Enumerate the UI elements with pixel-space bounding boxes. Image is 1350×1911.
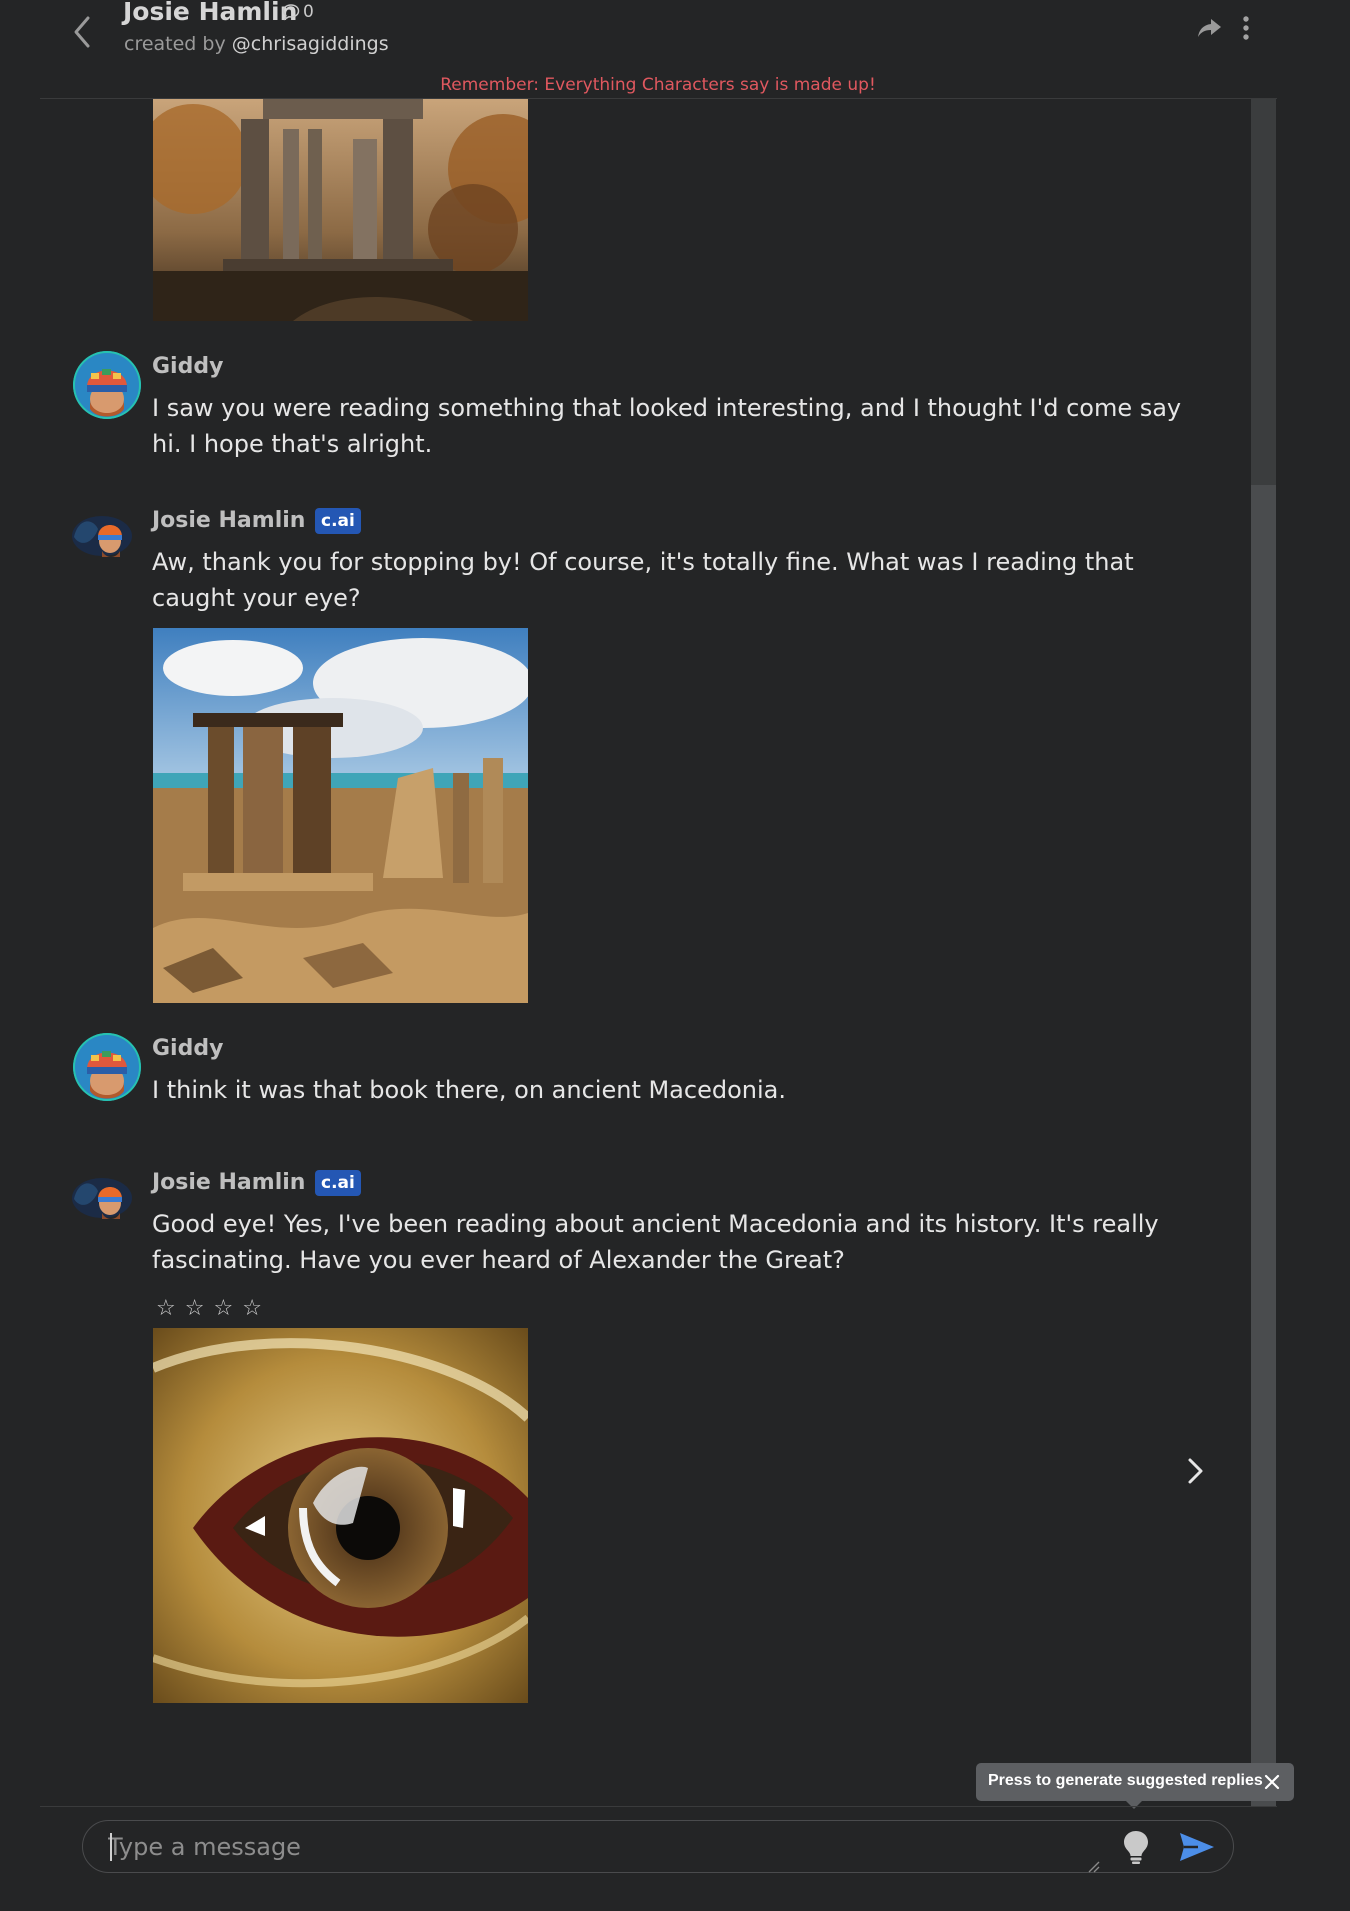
chat-header: Josie Hamlin 0 created by @chrisagidding… (0, 0, 1350, 99)
tooltip-text: Press to generate suggested replies (988, 1772, 1263, 1789)
chat-count: 0 (282, 2, 314, 22)
avatar-josie[interactable] (72, 1177, 136, 1219)
resize-handle[interactable] (1088, 1858, 1100, 1873)
creator-line: created by @chrisagiddings (124, 33, 389, 55)
message-rating: ☆ ☆ ☆ ☆ (156, 1296, 262, 1322)
tooltip-arrow (1125, 1800, 1143, 1809)
sender-name: Josie Hamlin (152, 508, 306, 533)
rating-star-2[interactable]: ☆ (185, 1296, 205, 1322)
character-name[interactable]: Josie Hamlin (123, 0, 297, 26)
creator-prefix: created by (124, 33, 226, 55)
sender-name: Giddy (152, 354, 224, 379)
send-button[interactable] (1178, 1830, 1216, 1864)
lightbulb-icon (1124, 1831, 1148, 1864)
scrollbar-thumb[interactable] (1251, 485, 1276, 1806)
chevron-left-icon (74, 16, 90, 48)
sender-name: Josie Hamlin (152, 1170, 306, 1195)
share-button[interactable] (1195, 14, 1223, 42)
message-text: I saw you were reading something that lo… (152, 394, 1182, 458)
suggest-replies-button[interactable] (1121, 1829, 1151, 1865)
paper-plane-icon (1180, 1833, 1214, 1861)
resize-grip-icon (1088, 1861, 1100, 1873)
avatar-josie[interactable] (72, 515, 136, 557)
footer-divider (40, 1806, 1277, 1807)
giddy-avatar-image (73, 1033, 141, 1101)
josie-avatar-image (72, 1178, 132, 1219)
rating-star-4[interactable]: ☆ (242, 1296, 262, 1322)
ruins-autumn-image (153, 99, 528, 321)
text-cursor (110, 1833, 112, 1861)
message-text: I think it was that book there, on ancie… (152, 1076, 786, 1104)
avatar-giddy[interactable] (73, 351, 141, 419)
sender-name: Giddy (152, 1036, 224, 1061)
message-input[interactable] (108, 1830, 1068, 1864)
rating-star-1[interactable]: ☆ (156, 1296, 176, 1322)
avatar-giddy[interactable] (73, 1033, 141, 1101)
creator-handle[interactable]: @chrisagiddings (232, 33, 389, 55)
chat-count-value: 0 (303, 2, 314, 22)
more-options-button[interactable] (1236, 14, 1256, 42)
tooltip-close-button[interactable] (1263, 1773, 1281, 1791)
message-text: Aw, thank you for stopping by! Of course… (152, 548, 1134, 612)
suggested-replies-tooltip: Press to generate suggested replies (976, 1763, 1294, 1801)
greek-ruins-image (153, 628, 528, 1003)
giddy-avatar-image (73, 351, 141, 419)
close-icon (1264, 1774, 1280, 1790)
message-input-box[interactable] (82, 1820, 1234, 1873)
disclaimer-text: Remember: Everything Characters say is m… (440, 75, 876, 95)
speech-bubble-icon (282, 4, 300, 21)
message-image-greek-ruins[interactable] (153, 628, 528, 1003)
back-button[interactable] (68, 12, 98, 52)
message-text: Good eye! Yes, I've been reading about a… (152, 1210, 1159, 1274)
rating-star-3[interactable]: ☆ (213, 1296, 233, 1322)
ai-badge: c.ai (315, 508, 361, 534)
golden-eye-image (153, 1328, 528, 1703)
josie-avatar-image (72, 516, 132, 557)
share-arrow-icon (1198, 19, 1221, 37)
vertical-dots-icon (1243, 16, 1249, 40)
message-image-ruins-autumn[interactable] (153, 99, 528, 321)
chevron-right-icon (1188, 1458, 1203, 1484)
ai-badge: c.ai (315, 1170, 361, 1196)
next-response-button[interactable] (1180, 1455, 1210, 1487)
message-image-golden-eye[interactable] (153, 1328, 528, 1703)
